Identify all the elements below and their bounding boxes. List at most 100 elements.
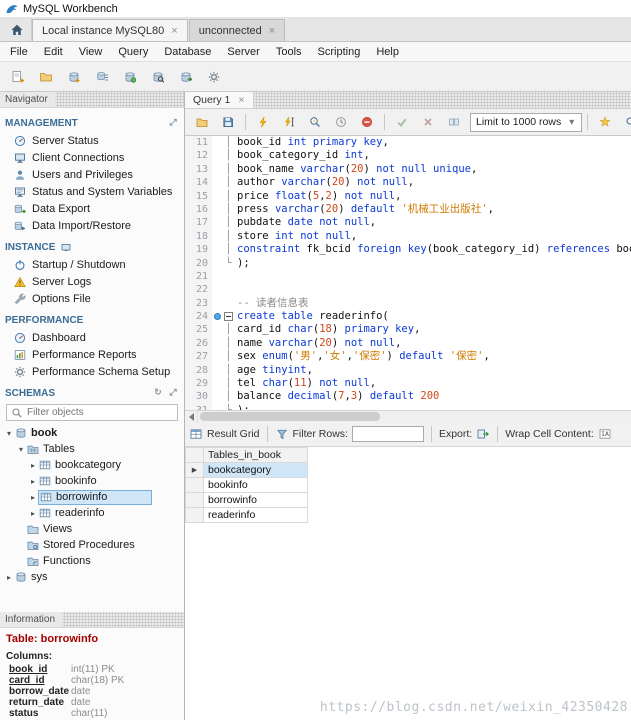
tab-close-icon[interactable]: × xyxy=(171,25,177,37)
database-list-button[interactable] xyxy=(88,64,115,89)
nav-item-status-and-system-variables[interactable]: Status and System Variables xyxy=(0,183,184,200)
execute-button[interactable] xyxy=(251,111,275,133)
statement-marker-margin xyxy=(212,149,223,162)
tree-item-borrowinfo[interactable]: ▸borrowinfo xyxy=(0,489,184,505)
nav-item-data-import-restore[interactable]: Data Import/Restore xyxy=(0,217,184,234)
explain-button[interactable] xyxy=(303,111,327,133)
nav-item-startup-shutdown[interactable]: Startup / Shutdown xyxy=(0,256,184,273)
open-script-button[interactable] xyxy=(190,111,214,133)
refresh-schemas-icon[interactable]: ↻ xyxy=(152,387,164,399)
menu-tools[interactable]: Tools xyxy=(268,46,310,58)
find-button[interactable] xyxy=(619,111,631,133)
code-text: create table readerinfo( xyxy=(234,310,389,323)
execute-current-button[interactable] xyxy=(277,111,301,133)
new-connection-button[interactable] xyxy=(60,64,87,89)
connection-tab-label: unconnected xyxy=(199,25,262,37)
result-cell[interactable]: readerinfo xyxy=(204,507,308,522)
tree-expanded-icon[interactable]: ▾ xyxy=(16,445,26,454)
tree-item-book[interactable]: ▾book xyxy=(0,425,184,441)
new-query-tab-button[interactable] xyxy=(4,64,31,89)
collapse-panel-icon[interactable]: ⤢ xyxy=(167,387,179,399)
nav-item-data-export[interactable]: Data Export xyxy=(0,200,184,217)
nav-item-server-status[interactable]: Server Status xyxy=(0,132,184,149)
info-column-row: book_idint(11) PK xyxy=(5,664,179,675)
fold-margin: │ xyxy=(223,149,234,162)
schema-filter-input[interactable] xyxy=(27,407,174,418)
tree-item-functions[interactable]: Functions xyxy=(0,553,184,569)
tree-collapsed-icon[interactable]: ▸ xyxy=(28,477,38,486)
server-status-toolbar-button[interactable] xyxy=(116,64,143,89)
data-transfer-button[interactable] xyxy=(172,64,199,89)
rollback-button[interactable] xyxy=(416,111,440,133)
tree-item-tables[interactable]: ▾Tables xyxy=(0,441,184,457)
result-row[interactable]: readerinfo xyxy=(186,507,308,522)
connection-tab[interactable]: Local instance MySQL80× xyxy=(32,19,188,41)
menu-query[interactable]: Query xyxy=(110,46,156,58)
tree-item-stored-procedures[interactable]: Stored Procedures xyxy=(0,537,184,553)
tree-item-sys[interactable]: ▸sys xyxy=(0,569,184,585)
nav-item-client-connections[interactable]: Client Connections xyxy=(0,149,184,166)
filter-rows-input[interactable] xyxy=(352,426,424,442)
export-icon[interactable] xyxy=(476,428,490,441)
editor-horizontal-scrollbar[interactable] xyxy=(185,410,631,423)
tab-close-icon[interactable]: × xyxy=(238,94,244,106)
panel-grip[interactable] xyxy=(62,612,184,627)
tree-item-readerinfo[interactable]: ▸readerinfo xyxy=(0,505,184,521)
nav-item-performance-schema-setup[interactable]: Performance Schema Setup xyxy=(0,363,184,380)
nav-item-performance-reports[interactable]: Performance Reports xyxy=(0,346,184,363)
stop-on-error-button[interactable] xyxy=(355,111,379,133)
scrollbar-thumb[interactable] xyxy=(200,412,380,421)
tree-expanded-icon[interactable]: ▾ xyxy=(4,429,14,438)
beautify-button[interactable] xyxy=(593,111,617,133)
tree-collapsed-icon[interactable]: ▸ xyxy=(28,461,38,470)
fold-margin: │ xyxy=(223,203,234,216)
nav-item-options-file[interactable]: Options File xyxy=(0,290,184,307)
menu-view[interactable]: View xyxy=(71,46,111,58)
result-cell[interactable]: bookcategory xyxy=(204,462,308,477)
query-database-button[interactable] xyxy=(144,64,171,89)
panel-grip[interactable] xyxy=(55,92,184,107)
line-number: 28 xyxy=(185,364,212,377)
nav-item-label: Startup / Shutdown xyxy=(32,259,126,271)
tree-item-bookinfo[interactable]: ▸bookinfo xyxy=(0,473,184,489)
open-sql-file-button[interactable] xyxy=(32,64,59,89)
preferences-button[interactable] xyxy=(200,64,227,89)
result-row[interactable]: ▶bookcategory xyxy=(186,462,308,477)
fold-margin: │ xyxy=(223,230,234,243)
nav-item-server-logs[interactable]: Server Logs xyxy=(0,273,184,290)
result-cell[interactable]: borrowinfo xyxy=(204,492,308,507)
limit-rows-dropdown[interactable]: Limit to 1000 rows▾ xyxy=(470,113,582,132)
menu-edit[interactable]: Edit xyxy=(36,46,71,58)
toggle-autocommit-button[interactable] xyxy=(442,111,466,133)
result-row[interactable]: borrowinfo xyxy=(186,492,308,507)
tree-item-label: Views xyxy=(40,523,75,535)
home-tab-button[interactable] xyxy=(2,18,32,41)
query-tab[interactable]: Query 1 × xyxy=(185,92,254,108)
tree-collapsed-icon[interactable]: ▸ xyxy=(28,509,38,518)
menu-scripting[interactable]: Scripting xyxy=(310,46,369,58)
scroll-left-icon[interactable] xyxy=(185,411,198,423)
tree-item-views[interactable]: Views xyxy=(0,521,184,537)
tab-close-icon[interactable]: × xyxy=(269,25,275,37)
result-cell[interactable]: bookinfo xyxy=(204,477,308,492)
menu-server[interactable]: Server xyxy=(219,46,267,58)
menu-file[interactable]: File xyxy=(2,46,36,58)
result-column-header[interactable]: Tables_in_book xyxy=(204,447,308,462)
collapse-panel-icon[interactable]: ⤢ xyxy=(167,117,179,129)
fold-collapse-icon[interactable] xyxy=(224,312,233,321)
tree-collapsed-icon[interactable]: ▸ xyxy=(4,573,14,582)
save-script-button[interactable] xyxy=(216,111,240,133)
commit-button[interactable] xyxy=(390,111,414,133)
tree-collapsed-icon[interactable]: ▸ xyxy=(28,493,38,502)
wrap-cell-content-icon[interactable]: IA xyxy=(598,428,612,441)
tree-item-bookcategory[interactable]: ▸bookcategory xyxy=(0,457,184,473)
nav-item-label: Server Status xyxy=(32,135,99,147)
nav-item-users-and-privileges[interactable]: Users and Privileges xyxy=(0,166,184,183)
stop-query-button[interactable] xyxy=(329,111,353,133)
result-row[interactable]: bookinfo xyxy=(186,477,308,492)
menu-database[interactable]: Database xyxy=(156,46,219,58)
sql-editor[interactable]: 11│book_id int primary key,12│book_categ… xyxy=(185,136,631,410)
menu-help[interactable]: Help xyxy=(368,46,407,58)
connection-tab[interactable]: unconnected × xyxy=(189,19,285,41)
nav-item-dashboard[interactable]: Dashboard xyxy=(0,329,184,346)
